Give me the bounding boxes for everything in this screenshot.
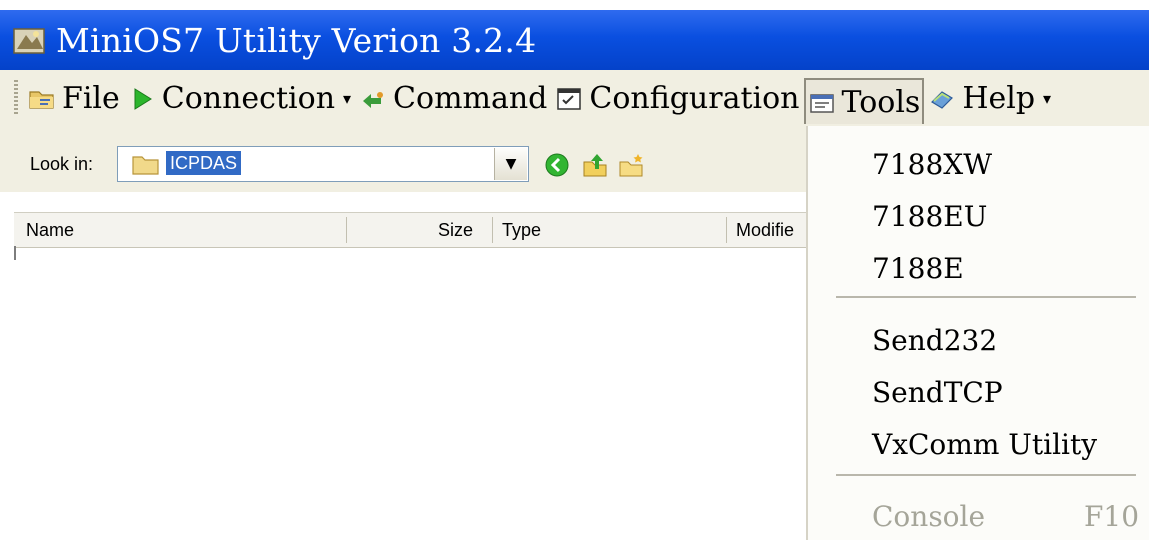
tools-dropdown-menu: 7188XW 7188EU 7188E Send232 SendTCP VxCo…	[806, 126, 1149, 540]
file-list-header: Name Size Type Modifie	[14, 212, 806, 248]
look-in-label: Look in:	[30, 154, 94, 174]
column-size[interactable]: Size	[430, 213, 481, 247]
folder-icon	[28, 85, 56, 111]
menu-configuration-label: Configuration	[589, 80, 800, 116]
folder-icon	[132, 153, 160, 175]
menu-help[interactable]: Help ▾	[924, 76, 1055, 120]
app-icon	[12, 23, 48, 57]
menu-item-7188e[interactable]: 7188E	[872, 252, 964, 285]
column-divider[interactable]	[492, 217, 493, 243]
title-bar[interactable]: MiniOS7 Utility Verion 3.2.4	[0, 10, 1149, 70]
menu-item-send232[interactable]: Send232	[872, 324, 997, 357]
menu-item-sendtcp[interactable]: SendTCP	[872, 376, 1003, 409]
column-modified[interactable]: Modifie	[728, 213, 802, 247]
menu-item-7188xw[interactable]: 7188XW	[872, 148, 992, 181]
play-icon	[128, 85, 156, 111]
menu-connection-label: Connection	[161, 80, 336, 116]
column-type[interactable]: Type	[494, 213, 549, 247]
menu-help-label: Help	[962, 80, 1036, 116]
up-folder-icon[interactable]	[582, 152, 608, 178]
look-in-value: ICPDAS	[166, 151, 242, 175]
menu-connection[interactable]: Connection ▾	[124, 76, 355, 120]
menu-tools-label: Tools	[841, 84, 921, 120]
look-in-combo[interactable]: ICPDAS ▼	[117, 146, 529, 182]
command-icon	[359, 85, 387, 111]
column-divider[interactable]	[726, 217, 727, 243]
menu-item-console-label: Console	[872, 500, 986, 533]
menu-tools[interactable]: Tools	[803, 78, 925, 124]
look-in-bar: Look in: ICPDAS ▼	[0, 126, 806, 192]
menu-file-label: File	[62, 80, 120, 116]
menu-separator	[836, 296, 1136, 298]
menu-configuration[interactable]: Configuration	[551, 76, 803, 120]
menu-command[interactable]: Command	[355, 76, 551, 120]
chevron-down-icon: ▾	[1043, 88, 1052, 108]
toolbar-grip[interactable]	[14, 80, 18, 116]
file-browser: Look in: ICPDAS ▼ Name Size Type Modifie	[0, 126, 806, 540]
tools-icon	[808, 89, 836, 115]
column-name[interactable]: Name	[18, 213, 82, 247]
menu-bar: File Connection ▾ Command Configuration …	[0, 70, 1149, 127]
new-folder-icon[interactable]	[618, 152, 644, 178]
menu-separator	[836, 474, 1136, 476]
window-title: MiniOS7 Utility Verion 3.2.4	[56, 20, 537, 60]
menu-file[interactable]: File	[24, 76, 124, 120]
menu-item-vxcomm-utility[interactable]: VxComm Utility	[872, 428, 1097, 461]
column-divider[interactable]	[346, 217, 347, 243]
back-icon[interactable]	[544, 152, 570, 178]
cropped-top-strip	[0, 0, 1149, 10]
menu-command-label: Command	[393, 80, 548, 116]
file-list-edge	[14, 246, 16, 260]
chevron-down-icon: ▾	[343, 88, 352, 108]
menu-item-console-shortcut: F10	[1084, 500, 1140, 533]
configuration-icon	[555, 85, 583, 111]
combo-dropdown-button[interactable]: ▼	[494, 148, 527, 180]
help-icon	[928, 85, 956, 111]
menu-item-7188eu[interactable]: 7188EU	[872, 200, 987, 233]
menu-item-console: Console F10	[872, 500, 1139, 533]
